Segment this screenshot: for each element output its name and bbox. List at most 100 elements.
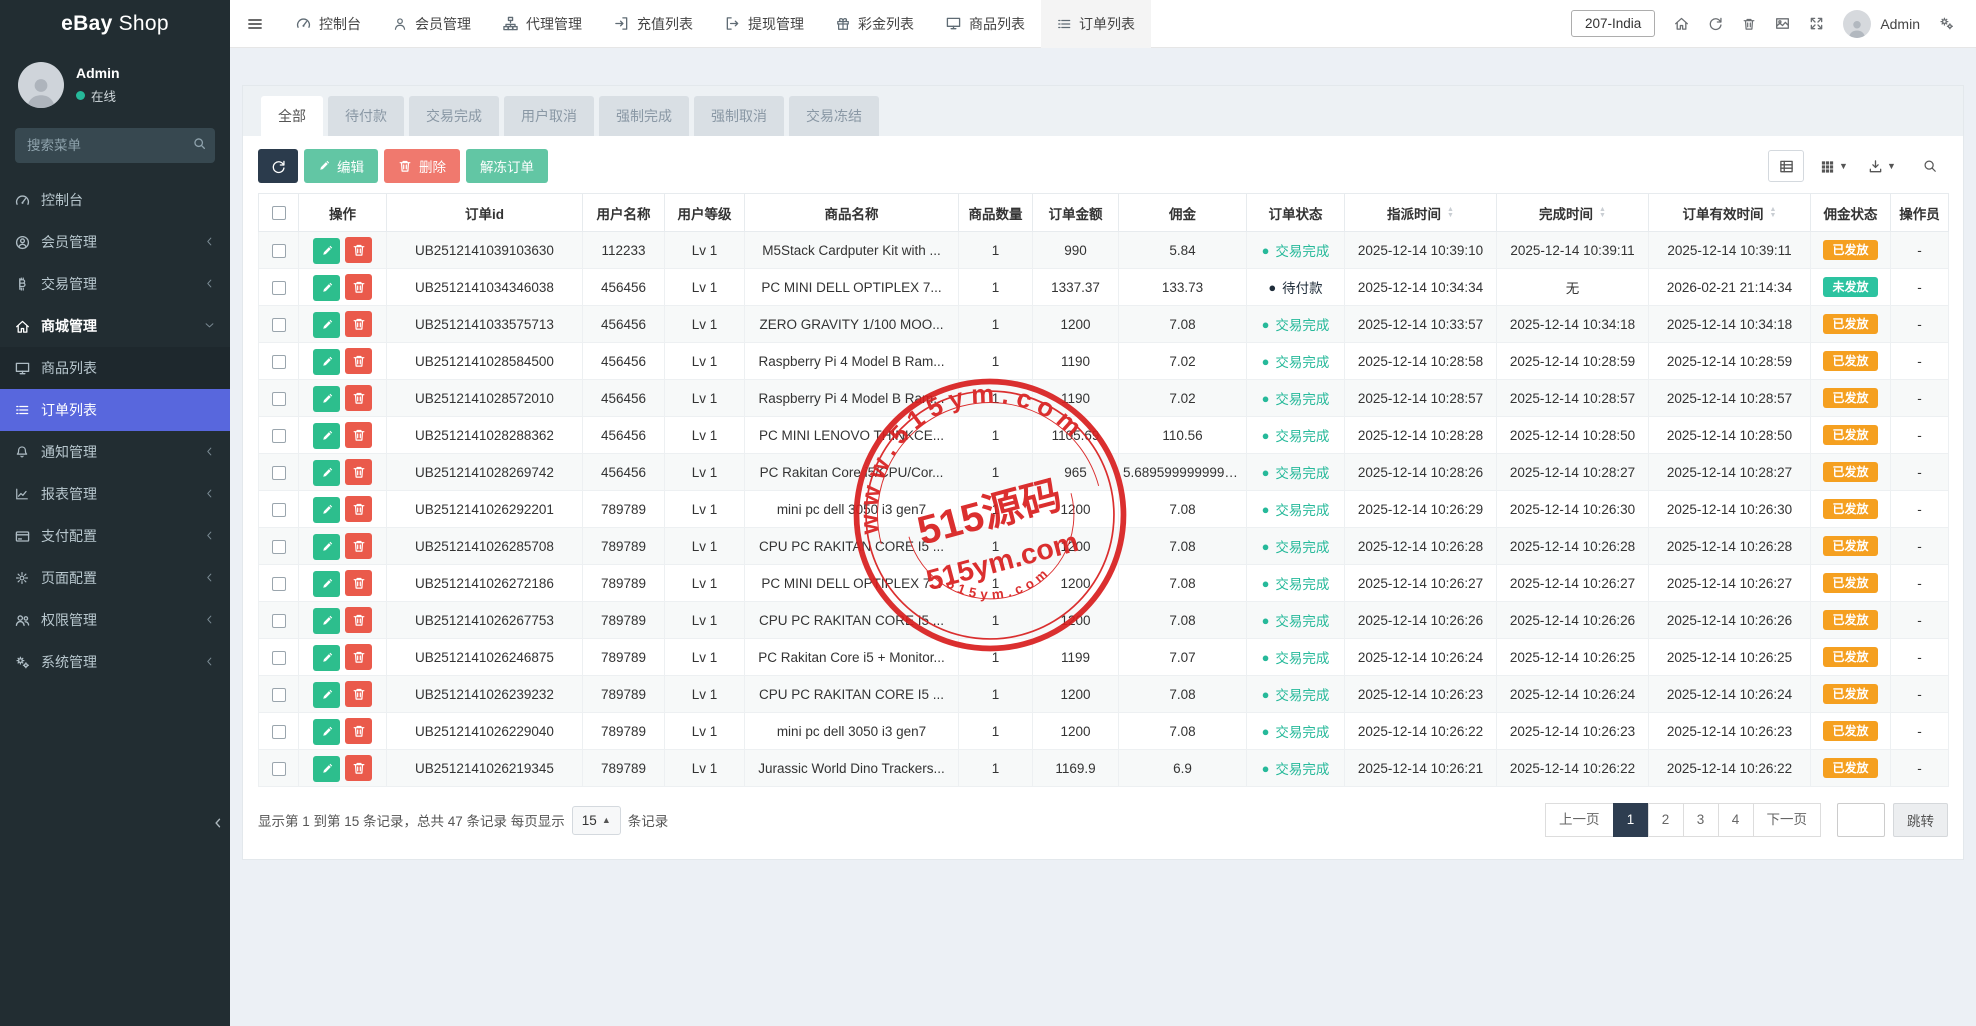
row-edit-button[interactable]: [313, 608, 340, 634]
row-checkbox[interactable]: [272, 466, 286, 480]
tab-用户取消[interactable]: 用户取消: [504, 96, 594, 136]
column-header-订单有效时间[interactable]: 订单有效时间▲▼: [1649, 194, 1811, 232]
prev-page-button[interactable]: 上一页: [1545, 803, 1614, 837]
sidebar-item-report[interactable]: 报表管理: [0, 473, 230, 515]
row-edit-button[interactable]: [313, 275, 340, 301]
row-checkbox[interactable]: [272, 540, 286, 554]
detail-view-button[interactable]: [1768, 150, 1804, 182]
columns-button[interactable]: ▼: [1816, 150, 1852, 182]
topnav-item-products[interactable]: 商品列表: [930, 0, 1041, 48]
topnav-item-orders[interactable]: 订单列表: [1041, 0, 1151, 48]
sidebar-item-system[interactable]: 系统管理: [0, 641, 230, 683]
row-delete-button[interactable]: [345, 607, 372, 633]
tab-强制取消[interactable]: 强制取消: [694, 96, 784, 136]
export-button[interactable]: ▼: [1864, 150, 1900, 182]
tab-全部[interactable]: 全部: [261, 96, 323, 136]
tab-强制完成[interactable]: 强制完成: [599, 96, 689, 136]
row-edit-button[interactable]: [313, 349, 340, 375]
row-edit-button[interactable]: [313, 571, 340, 597]
column-header-指派时间[interactable]: 指派时间▲▼: [1345, 194, 1497, 232]
sidebar-search-input[interactable]: [15, 128, 215, 163]
row-delete-button[interactable]: [345, 533, 372, 559]
row-delete-button[interactable]: [345, 570, 372, 596]
topnav-item-withdraw[interactable]: 提现管理: [709, 0, 820, 48]
home-button[interactable]: [1674, 16, 1689, 31]
sidebar-item-orders[interactable]: 订单列表: [0, 389, 230, 431]
row-delete-button[interactable]: [345, 681, 372, 707]
row-edit-button[interactable]: [313, 386, 340, 412]
sidebar-item-products[interactable]: 商品列表: [0, 347, 230, 389]
topnav-item-dashboard[interactable]: 控制台: [280, 0, 377, 48]
unfreeze-button[interactable]: 解冻订单: [466, 149, 548, 183]
row-delete-button[interactable]: [345, 348, 372, 374]
row-checkbox[interactable]: [272, 355, 286, 369]
column-header-完成时间[interactable]: 完成时间▲▼: [1497, 194, 1649, 232]
settings-cogs-icon[interactable]: [1939, 16, 1954, 31]
sidebar-item-members[interactable]: 会员管理: [0, 221, 230, 263]
row-delete-button[interactable]: [345, 496, 372, 522]
row-checkbox[interactable]: [272, 318, 286, 332]
sidebar-item-page[interactable]: 页面配置: [0, 557, 230, 599]
sidebar-item-payment[interactable]: 支付配置: [0, 515, 230, 557]
row-edit-button[interactable]: [313, 497, 340, 523]
row-edit-button[interactable]: [313, 238, 340, 264]
sidebar-collapse-icon[interactable]: [212, 816, 224, 832]
page-button-1[interactable]: 1: [1613, 803, 1649, 837]
row-checkbox[interactable]: [272, 651, 286, 665]
sort-icon[interactable]: ▲▼: [1770, 207, 1777, 219]
row-checkbox[interactable]: [272, 244, 286, 258]
page-button-4[interactable]: 4: [1718, 803, 1754, 837]
sidebar-item-trade[interactable]: 交易管理: [0, 263, 230, 305]
row-delete-button[interactable]: [345, 644, 372, 670]
trash-button[interactable]: [1742, 17, 1756, 31]
row-delete-button[interactable]: [345, 718, 372, 744]
row-edit-button[interactable]: [313, 756, 340, 782]
tab-交易完成[interactable]: 交易完成: [409, 96, 499, 136]
page-button-2[interactable]: 2: [1648, 803, 1684, 837]
row-delete-button[interactable]: [345, 755, 372, 781]
row-edit-button[interactable]: [313, 312, 340, 338]
sort-icon[interactable]: ▲▼: [1599, 207, 1606, 219]
row-checkbox[interactable]: [272, 725, 286, 739]
sidebar-item-permission[interactable]: 权限管理: [0, 599, 230, 641]
tab-交易冻结[interactable]: 交易冻结: [789, 96, 879, 136]
row-edit-button[interactable]: [313, 682, 340, 708]
row-checkbox[interactable]: [272, 762, 286, 776]
topnav-user[interactable]: Admin: [1843, 10, 1920, 38]
row-delete-button[interactable]: [345, 459, 372, 485]
row-checkbox[interactable]: [272, 429, 286, 443]
row-delete-button[interactable]: [345, 422, 372, 448]
tab-待付款[interactable]: 待付款: [328, 96, 404, 136]
topnav-item-recharge[interactable]: 充值列表: [598, 0, 709, 48]
edit-button[interactable]: 编辑: [304, 149, 378, 183]
sidebar-item-mall[interactable]: 商城管理: [0, 305, 230, 347]
topnav-item-bonus[interactable]: 彩金列表: [820, 0, 930, 48]
sort-icon[interactable]: ▲▼: [1447, 207, 1454, 219]
row-checkbox[interactable]: [272, 503, 286, 517]
row-delete-button[interactable]: [345, 385, 372, 411]
topnav-item-agents[interactable]: 代理管理: [487, 0, 598, 48]
page-button-3[interactable]: 3: [1683, 803, 1719, 837]
images-button[interactable]: [1775, 16, 1790, 31]
jump-page-input[interactable]: [1837, 803, 1885, 837]
row-checkbox[interactable]: [272, 688, 286, 702]
row-checkbox[interactable]: [272, 577, 286, 591]
row-edit-button[interactable]: [313, 719, 340, 745]
region-button[interactable]: 207-India: [1571, 10, 1655, 37]
row-delete-button[interactable]: [345, 311, 372, 337]
table-search-button[interactable]: [1912, 150, 1948, 182]
topnav-item-members[interactable]: 会员管理: [377, 0, 487, 48]
select-all-checkbox[interactable]: [272, 206, 286, 220]
row-checkbox[interactable]: [272, 281, 286, 295]
row-edit-button[interactable]: [313, 645, 340, 671]
row-delete-button[interactable]: [345, 274, 372, 300]
delete-button[interactable]: 删除: [384, 149, 460, 183]
jump-button[interactable]: 跳转: [1893, 803, 1948, 837]
refresh-button[interactable]: [1708, 16, 1723, 31]
refresh-button[interactable]: [258, 149, 298, 183]
row-edit-button[interactable]: [313, 460, 340, 486]
row-edit-button[interactable]: [313, 534, 340, 560]
menu-toggle-icon[interactable]: [230, 0, 280, 48]
row-delete-button[interactable]: [345, 237, 372, 263]
row-checkbox[interactable]: [272, 392, 286, 406]
